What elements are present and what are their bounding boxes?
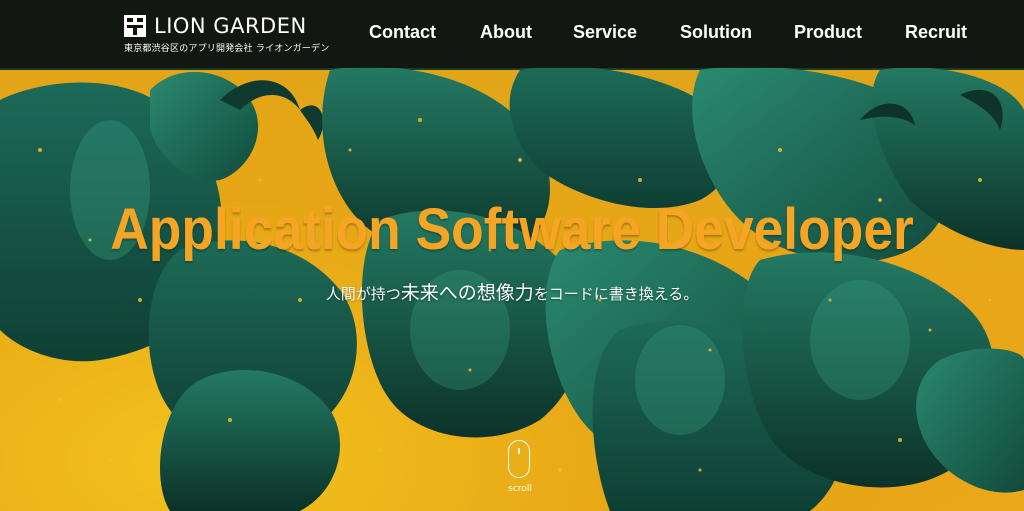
mouse-icon — [508, 440, 530, 478]
hero-headline: Application Software Developer — [110, 197, 914, 262]
hero-tagline: 人間が持つ未来への想像力をコードに書き換える。 — [0, 278, 1024, 305]
nav-about[interactable]: About — [480, 22, 532, 43]
site-header: LION GARDEN 東京都渋谷区のアプリ開発会社 ライオンガーデン Cont… — [0, 0, 1024, 68]
nav-service[interactable]: Service — [573, 22, 637, 43]
logo-text: LION GARDEN — [154, 14, 307, 38]
lion-garden-logo-icon — [124, 15, 146, 37]
tagline-part2: 未来への想像力 — [400, 282, 534, 304]
logo[interactable]: LION GARDEN 東京都渋谷区のアプリ開発会社 ライオンガーデン — [124, 13, 334, 55]
scroll-indicator[interactable]: scroll — [500, 440, 540, 502]
nav-recruit[interactable]: Recruit — [905, 22, 967, 43]
nav-product[interactable]: Product — [794, 22, 862, 43]
tagline-part3: をコードに書き換える。 — [533, 285, 699, 303]
logo-subtitle: 東京都渋谷区のアプリ開発会社 ライオンガーデン — [124, 44, 330, 54]
tagline-part1: 人間が持つ — [325, 285, 401, 303]
nav-contact[interactable]: Contact — [369, 22, 436, 43]
nav-solution[interactable]: Solution — [680, 22, 752, 43]
scroll-label: scroll — [508, 484, 532, 494]
mouse-wheel-icon — [518, 448, 520, 454]
